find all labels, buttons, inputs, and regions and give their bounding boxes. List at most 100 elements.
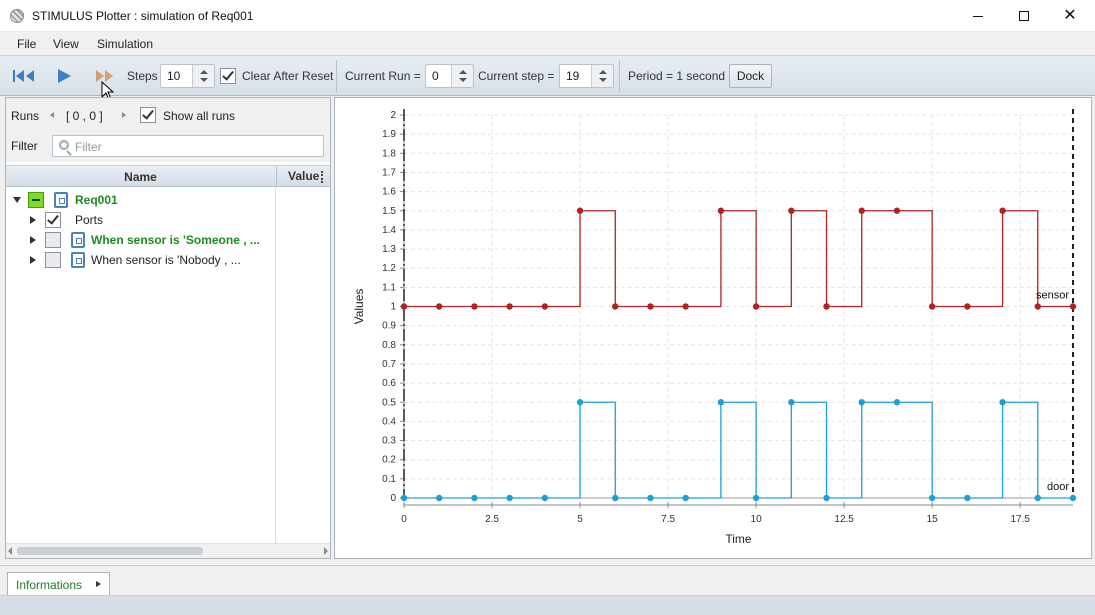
current-step-stepper[interactable]: 19	[559, 64, 614, 88]
data-point-sensor[interactable]	[928, 303, 936, 310]
horizontal-scrollbar[interactable]	[6, 543, 330, 558]
period-label: Period = 1 second	[628, 69, 726, 83]
data-point-sensor[interactable]	[752, 303, 760, 310]
data-point-door[interactable]	[647, 494, 654, 502]
column-menu-icon[interactable]	[321, 171, 323, 183]
data-point-sensor[interactable]	[506, 303, 513, 310]
data-point-door[interactable]	[436, 494, 443, 502]
minus-icon	[32, 199, 40, 201]
clear-after-reset-checkbox[interactable]	[220, 68, 236, 84]
data-point-door[interactable]	[471, 494, 478, 502]
data-point-door[interactable]	[682, 494, 689, 502]
chevron-up-icon[interactable]	[599, 70, 607, 74]
chevron-up-icon[interactable]	[459, 70, 467, 74]
data-point-sensor[interactable]	[647, 303, 654, 310]
data-point-sensor[interactable]	[576, 207, 584, 214]
chevron-up-icon[interactable]	[200, 70, 208, 74]
y-tick-label: 1.4	[382, 225, 396, 236]
chevron-down-icon[interactable]	[200, 78, 208, 82]
expand-right-icon[interactable]	[30, 236, 36, 244]
rewind-icon[interactable]	[12, 68, 36, 84]
data-point-sensor[interactable]	[858, 207, 865, 214]
y-tick-label: 1.8	[382, 148, 396, 159]
filter-label: Filter	[11, 139, 38, 153]
data-point-door[interactable]	[928, 494, 936, 502]
menu-view[interactable]: View	[53, 37, 79, 51]
chevron-right-icon[interactable]	[122, 112, 126, 118]
data-point-door[interactable]	[400, 494, 408, 502]
y-tick-label: 1.6	[382, 187, 396, 198]
plot-chart[interactable]: 0 0.1 0.2 0.3 0.4 0.5 0.6 0.7 0.8 0.9 1 1.1 1.2 1.3 1.…	[335, 98, 1091, 558]
data-point-sensor[interactable]	[1034, 303, 1041, 310]
current-run-stepper[interactable]: 0	[425, 64, 474, 88]
ports-checkbox[interactable]	[45, 212, 61, 228]
data-point-sensor[interactable]	[999, 207, 1006, 214]
data-point-door[interactable]	[788, 399, 795, 406]
data-point-door[interactable]	[858, 399, 865, 406]
menu-file[interactable]: File	[17, 37, 36, 51]
tree-item-someone[interactable]: When sensor is 'Someone , ...	[6, 230, 275, 250]
data-point-door[interactable]	[1069, 494, 1077, 502]
expand-down-icon[interactable]	[13, 197, 21, 203]
series-label-sensor: sensor	[1036, 290, 1069, 302]
data-point-door[interactable]	[893, 399, 901, 406]
nobody-checkbox[interactable]	[45, 252, 61, 268]
current-run-value: 0	[432, 69, 439, 83]
expand-right-icon[interactable]	[30, 256, 36, 264]
data-point-door[interactable]	[823, 494, 830, 502]
data-point-sensor[interactable]	[471, 303, 478, 310]
steps-spin-arrows[interactable]	[192, 65, 214, 87]
show-all-runs-checkbox[interactable]	[140, 107, 156, 123]
scroll-right-icon[interactable]	[324, 547, 328, 555]
minimize-button[interactable]	[955, 0, 1001, 32]
chevron-down-icon[interactable]	[599, 78, 607, 82]
menu-simulation[interactable]: Simulation	[97, 37, 153, 51]
chevron-left-icon[interactable]	[50, 112, 54, 118]
data-point-sensor[interactable]	[612, 303, 619, 310]
data-point-sensor[interactable]	[436, 303, 443, 310]
data-point-door[interactable]	[999, 399, 1006, 406]
tree-item-nobody[interactable]: When sensor is 'Nobody , ...	[6, 250, 275, 270]
data-point-door[interactable]	[612, 494, 619, 502]
data-point-sensor[interactable]	[682, 303, 689, 310]
chevron-down-icon[interactable]	[459, 78, 467, 82]
maximize-button[interactable]	[1001, 0, 1047, 32]
data-point-door[interactable]	[541, 494, 549, 502]
series-line-sensor[interactable]	[404, 210, 1073, 308]
data-point-sensor[interactable]	[964, 303, 971, 310]
x-tick-label: 7.5	[661, 514, 675, 525]
data-point-sensor[interactable]	[1069, 303, 1077, 310]
data-point-door[interactable]	[506, 494, 513, 502]
partial-checkbox[interactable]	[28, 192, 44, 208]
someone-checkbox[interactable]	[45, 232, 61, 248]
filter-input[interactable]: Filter	[52, 135, 324, 157]
tree-item-ports[interactable]: Ports	[6, 210, 275, 230]
data-point-sensor[interactable]	[400, 303, 408, 310]
data-point-sensor[interactable]	[823, 303, 830, 310]
close-button[interactable]: ✕	[1047, 0, 1093, 32]
y-tick-label: 1.7	[382, 167, 396, 178]
scroll-left-icon[interactable]	[8, 547, 12, 555]
data-point-sensor[interactable]	[893, 207, 901, 214]
y-tick-label: 0	[390, 493, 396, 504]
informations-tab[interactable]: Informations	[7, 572, 110, 596]
series-line-door[interactable]	[404, 401, 1073, 499]
dock-button[interactable]: Dock	[729, 64, 772, 88]
play-small-icon[interactable]	[96, 581, 101, 587]
scrollbar-thumb[interactable]	[17, 547, 203, 555]
data-point-door[interactable]	[752, 494, 760, 502]
data-point-door[interactable]	[964, 494, 971, 502]
play-icon[interactable]	[56, 67, 72, 85]
steps-stepper[interactable]: 10	[160, 64, 215, 88]
data-point-door[interactable]	[1034, 494, 1041, 502]
current-step-spin-arrows[interactable]	[591, 65, 613, 87]
data-point-door[interactable]	[717, 399, 725, 406]
column-name-header[interactable]: Name	[6, 170, 275, 184]
tree-item-req001[interactable]: Req001	[6, 190, 275, 210]
data-point-sensor[interactable]	[541, 303, 549, 310]
data-point-door[interactable]	[576, 399, 584, 406]
data-point-sensor[interactable]	[788, 207, 795, 214]
expand-right-icon[interactable]	[30, 216, 36, 224]
data-point-sensor[interactable]	[717, 207, 725, 214]
current-run-spin-arrows[interactable]	[451, 65, 473, 87]
